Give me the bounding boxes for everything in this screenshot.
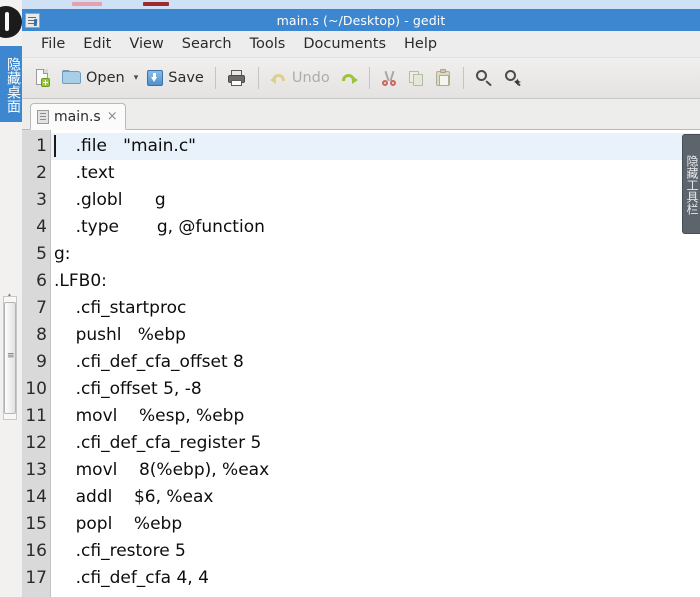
line-number: 8 xyxy=(36,325,47,345)
document-icon xyxy=(37,109,49,124)
tab-main-s[interactable]: main.s × xyxy=(30,103,126,130)
undo-label: Undo xyxy=(291,70,330,86)
code-line[interactable]: .globl g xyxy=(51,187,700,214)
scissors-icon xyxy=(381,70,398,87)
line-number: 17 xyxy=(25,568,47,588)
code-text-area[interactable]: .file "main.c" .text .globl g .type g, @… xyxy=(51,130,700,597)
line-number: 15 xyxy=(25,514,47,534)
printer-icon xyxy=(227,69,247,87)
save-icon xyxy=(147,69,164,87)
line-number: 5 xyxy=(36,244,47,264)
left-dock: 隐藏桌面 ▲ ≡ xyxy=(0,0,22,597)
search-icon xyxy=(475,69,494,88)
save-button[interactable]: Save xyxy=(143,63,208,93)
paste-button[interactable] xyxy=(431,63,456,93)
line-number: 1 xyxy=(36,136,47,156)
menu-item-search[interactable]: Search xyxy=(173,34,241,54)
window-title: main.s (~/Desktop) - gedit xyxy=(276,12,446,28)
menu-item-edit[interactable]: Edit xyxy=(74,34,120,54)
find-replace-icon: ✦ xyxy=(504,69,523,88)
line-number: 11 xyxy=(25,406,47,426)
line-number: 3 xyxy=(36,190,47,210)
cut-button[interactable] xyxy=(377,63,402,93)
replace-button[interactable]: ✦ xyxy=(500,63,527,93)
open-dropdown-chevron-down-icon[interactable]: ▾ xyxy=(131,73,142,83)
line-number: 9 xyxy=(36,352,47,372)
code-line[interactable]: .LFB0: xyxy=(51,268,700,295)
toolbar: Open ▾ Save Undo ✦ xyxy=(22,58,700,99)
code-line[interactable]: .file "main.c" xyxy=(51,133,700,160)
code-line[interactable]: pushl %ebp xyxy=(51,322,700,349)
copy-button[interactable] xyxy=(404,63,429,93)
toolbar-divider-1 xyxy=(214,67,216,89)
menu-item-tools[interactable]: Tools xyxy=(241,34,295,54)
editor-area[interactable]: 1 2 3 4 5 6 7 8 9 10 11 12 13 14 15 16 1… xyxy=(22,130,700,597)
code-line[interactable]: .cfi_restore 5 xyxy=(51,538,700,565)
line-number: 7 xyxy=(36,298,47,318)
toolbar-divider-2 xyxy=(257,67,259,89)
open-label: Open xyxy=(86,70,125,86)
dock-scrollbar-thumb[interactable]: ≡ xyxy=(4,302,16,414)
document-tab-strip: main.s × xyxy=(22,99,700,130)
gedit-window: main.s (~/Desktop) - gedit File Edit Vie… xyxy=(22,9,700,597)
desktop-window-remnant-1 xyxy=(72,2,102,6)
line-number: 12 xyxy=(25,433,47,453)
redo-arrow-icon xyxy=(340,70,358,86)
code-line[interactable]: movl 8(%ebp), %eax xyxy=(51,457,700,484)
menu-bar: File Edit View Search Tools Documents He… xyxy=(22,31,700,58)
hide-desktop-button[interactable]: 隐藏桌面 xyxy=(0,46,22,122)
clipboard-paste-icon xyxy=(435,69,452,87)
copy-icon xyxy=(408,70,425,87)
code-line[interactable]: .text xyxy=(51,160,700,187)
system-logo-icon[interactable] xyxy=(0,6,22,38)
code-line[interactable]: .cfi_startproc xyxy=(51,295,700,322)
code-line[interactable]: g: xyxy=(51,241,700,268)
redo-button[interactable] xyxy=(336,63,362,93)
menu-item-help[interactable]: Help xyxy=(395,34,446,54)
undo-arrow-icon xyxy=(269,70,288,86)
undo-button[interactable]: Undo xyxy=(266,63,334,93)
desktop-background-strip xyxy=(0,0,700,9)
line-number: 10 xyxy=(25,379,47,399)
code-line[interactable]: .type g, @function xyxy=(51,214,700,241)
print-button[interactable] xyxy=(223,63,251,93)
line-number: 13 xyxy=(25,460,47,480)
line-number-gutter: 1 2 3 4 5 6 7 8 9 10 11 12 13 14 15 16 1… xyxy=(22,130,51,597)
gedit-document-icon xyxy=(25,12,40,28)
line-number: 2 xyxy=(36,163,47,183)
scrollbar-grip-icon: ≡ xyxy=(7,351,15,361)
menu-item-documents[interactable]: Documents xyxy=(294,34,395,54)
line-number: 16 xyxy=(25,541,47,561)
line-number: 6 xyxy=(36,271,47,291)
close-icon[interactable]: × xyxy=(106,110,118,123)
tab-label: main.s xyxy=(54,108,101,125)
code-line[interactable]: .cfi_offset 5, -8 xyxy=(51,376,700,403)
line-number: 4 xyxy=(36,217,47,237)
code-line[interactable]: movl %esp, %ebp xyxy=(51,403,700,430)
find-button[interactable] xyxy=(471,63,498,93)
new-document-icon xyxy=(34,68,52,88)
code-line[interactable]: .cfi_def_cfa_register 5 xyxy=(51,430,700,457)
toolbar-divider-4 xyxy=(462,67,464,89)
code-line[interactable]: addl $6, %eax xyxy=(51,484,700,511)
desktop-window-remnant-2 xyxy=(143,2,169,6)
open-button[interactable]: Open xyxy=(58,63,129,93)
line-number: 14 xyxy=(25,487,47,507)
toolbar-divider-3 xyxy=(368,67,370,89)
menu-item-view[interactable]: View xyxy=(120,34,172,54)
hide-toolbar-edge-tab[interactable]: 隐藏工具栏 xyxy=(682,134,700,234)
code-line[interactable]: popl %ebp xyxy=(51,511,700,538)
code-line[interactable]: .cfi_def_cfa 4, 4 xyxy=(51,565,700,592)
folder-open-icon xyxy=(62,70,82,86)
new-document-button[interactable] xyxy=(30,63,56,93)
menu-item-file[interactable]: File xyxy=(32,34,74,54)
text-cursor xyxy=(54,135,56,157)
save-label: Save xyxy=(168,70,204,86)
title-bar[interactable]: main.s (~/Desktop) - gedit xyxy=(22,9,700,31)
code-line[interactable]: .cfi_def_cfa_offset 8 xyxy=(51,349,700,376)
